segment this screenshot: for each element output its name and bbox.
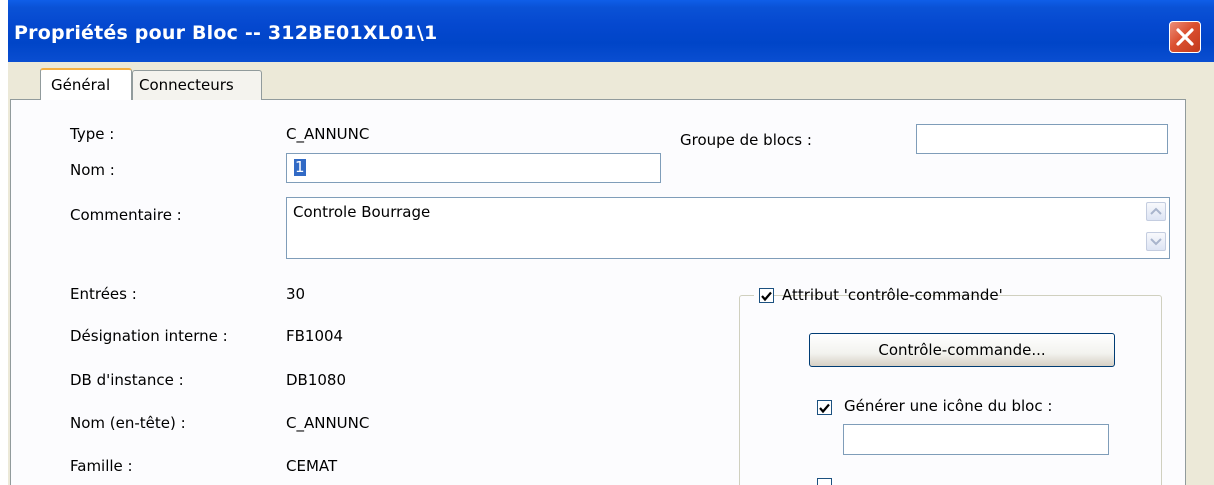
header-name-value: C_ANNUNC <box>286 414 370 432</box>
tab-general[interactable]: Général <box>40 68 132 100</box>
internal-designation-label: Désignation interne : <box>70 327 228 345</box>
window-title: Propriétés pour Bloc -- 312BE01XL01\1 <box>14 22 438 44</box>
close-icon <box>1176 28 1194 46</box>
title-bar[interactable]: Propriétés pour Bloc -- 312BE01XL01\1 <box>8 0 1214 62</box>
name-input[interactable]: 1 <box>286 153 661 183</box>
internal-designation-value: FB1004 <box>286 327 344 345</box>
instance-db-label: DB d'instance : <box>70 371 184 389</box>
tab-connecteurs[interactable]: Connecteurs <box>132 70 262 100</box>
name-label: Nom : <box>70 161 115 179</box>
properties-dialog: Propriétés pour Bloc -- 312BE01XL01\1 Gé… <box>8 0 1214 485</box>
family-label: Famille : <box>70 457 133 475</box>
close-button[interactable] <box>1169 21 1201 53</box>
name-value: 1 <box>294 158 306 176</box>
checkmark-icon <box>761 291 772 302</box>
comment-label: Commentaire : <box>70 206 182 224</box>
header-name-label: Nom (en-tête) : <box>70 414 186 432</box>
scroll-down-button[interactable] <box>1146 232 1166 251</box>
inputs-label: Entrées : <box>70 285 137 303</box>
block-group-label: Groupe de blocs : <box>680 131 812 149</box>
control-command-attribute[interactable]: Attribut 'contrôle-commande' <box>754 285 1003 307</box>
generate-icon-checkbox[interactable] <box>817 400 832 415</box>
type-value: C_ANNUNC <box>286 125 370 143</box>
control-command-groupbox <box>739 295 1162 485</box>
tab-general-label: Général <box>51 76 111 94</box>
comment-textarea[interactable]: Controle Bourrage <box>286 197 1170 259</box>
type-label: Type : <box>70 125 115 143</box>
chevron-up-icon <box>1150 207 1162 215</box>
block-icon-input[interactable] <box>843 424 1109 455</box>
checkmark-icon <box>819 403 830 414</box>
inputs-value: 30 <box>286 285 306 303</box>
extra-checkbox[interactable] <box>817 478 832 485</box>
scroll-up-button[interactable] <box>1146 202 1166 221</box>
control-command-checkbox[interactable] <box>759 288 774 303</box>
family-value: CEMAT <box>286 457 338 475</box>
control-command-button[interactable]: Contrôle-commande... <box>809 333 1115 367</box>
tab-connecteurs-label: Connecteurs <box>139 76 234 94</box>
comment-value: Controle Bourrage <box>293 203 431 221</box>
control-command-label: Attribut 'contrôle-commande' <box>782 286 1003 304</box>
instance-db-value: DB1080 <box>286 371 347 389</box>
chevron-down-icon <box>1150 238 1162 246</box>
block-group-input[interactable] <box>916 124 1168 154</box>
generate-icon-label: Générer une icône du bloc : <box>844 397 1053 415</box>
